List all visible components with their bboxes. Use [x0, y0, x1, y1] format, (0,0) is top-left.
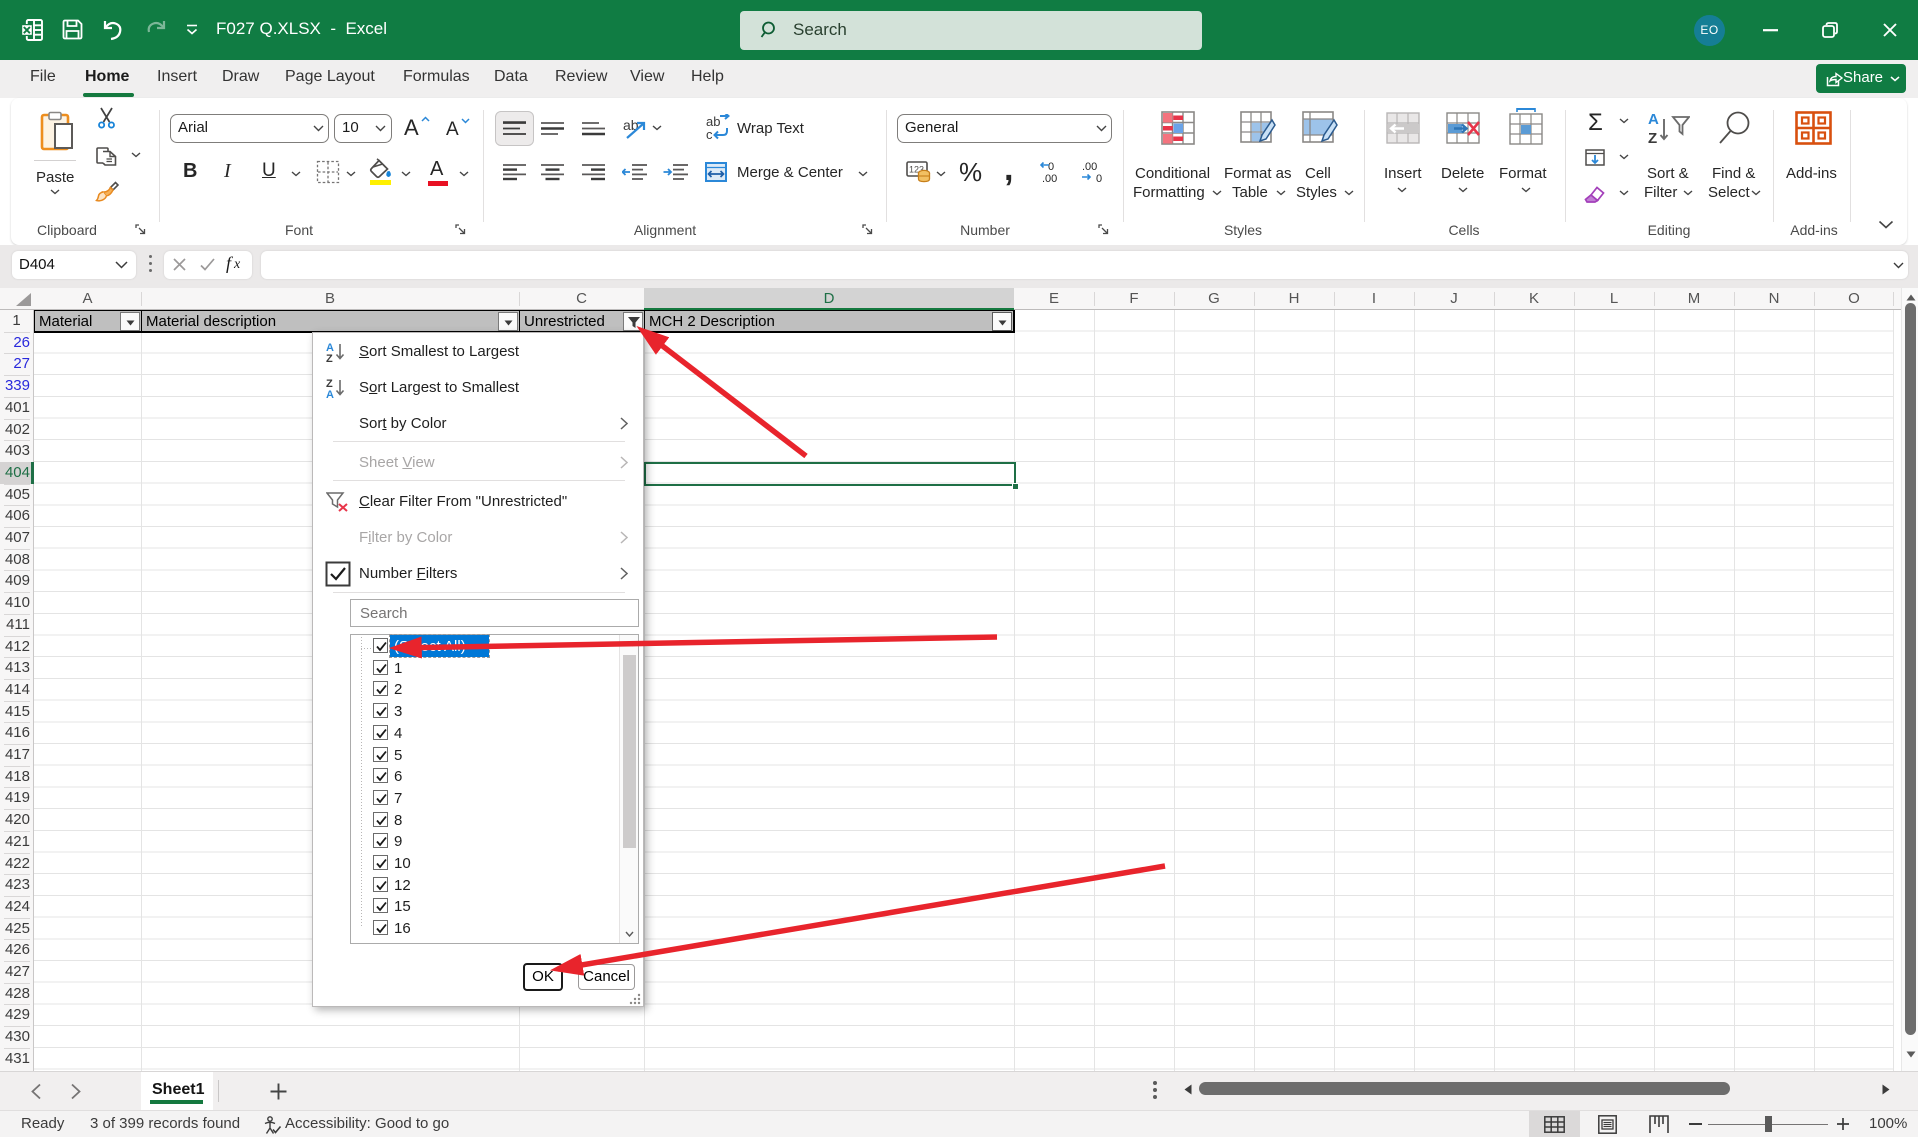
svg-text:A: A: [1648, 111, 1659, 128]
svg-text:0: 0: [1048, 161, 1054, 173]
svg-text:c: c: [706, 127, 713, 142]
svg-text:0: 0: [1096, 173, 1102, 184]
svg-text:A: A: [326, 389, 334, 399]
svg-text:Z: Z: [1648, 130, 1657, 145]
svg-text:.00: .00: [1042, 173, 1057, 184]
svg-text:Z: Z: [326, 353, 333, 363]
svg-text:.00: .00: [1082, 161, 1097, 173]
